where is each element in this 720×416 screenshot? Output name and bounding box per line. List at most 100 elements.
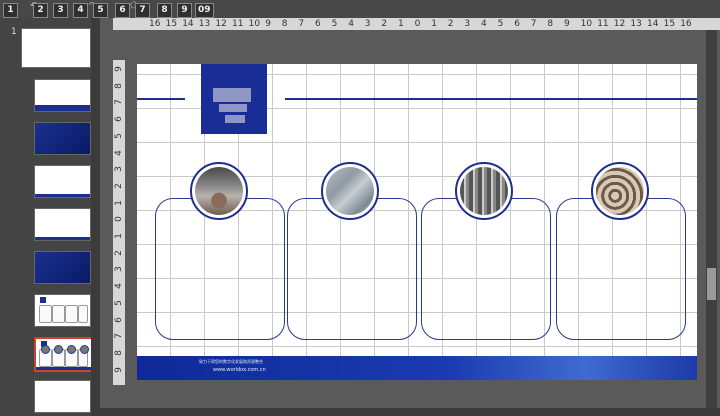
- ruler-tick-label: 6: [514, 19, 520, 29]
- slide-thumbnail-4[interactable]: [34, 165, 91, 198]
- keytip-4[interactable]: 4: [73, 3, 88, 18]
- ruler-tick-label: 5: [114, 132, 124, 139]
- ruler-tick-label: 7: [298, 19, 305, 29]
- ruler-tick-label: 4: [348, 19, 354, 29]
- ruler-tick-label: 9: [564, 19, 570, 29]
- keytip-8[interactable]: 8: [157, 3, 172, 18]
- ruler-tick-label: 13: [630, 19, 642, 29]
- slide-thumbnail-8-selected[interactable]: [34, 337, 93, 372]
- ruler-tick-label: 2: [114, 183, 124, 189]
- ruler-tick-label: 0: [414, 19, 421, 29]
- ruler-tick-label: 14: [182, 19, 194, 29]
- footer-banner: 致力于帮您的数字化发展和资源整合 www.worldox.com.cn: [137, 356, 697, 380]
- slide-thumbnail-5[interactable]: [34, 208, 91, 241]
- logo-blurred-mark: [225, 115, 245, 123]
- header-rule-right: [285, 98, 697, 100]
- slide-thumbnail-6[interactable]: [34, 251, 91, 284]
- ruler-tick-label: 2: [447, 19, 454, 29]
- keytip-7[interactable]: 7: [135, 3, 150, 18]
- ruler-tick-label: 9: [114, 66, 124, 72]
- thumb-photo: [80, 345, 89, 354]
- thumb-photo: [41, 345, 50, 354]
- thumb-logo: [40, 297, 46, 303]
- slide-thumbnail-7[interactable]: [34, 294, 91, 327]
- keytip-3[interactable]: 3: [53, 3, 68, 18]
- ruler-tick-label: 5: [331, 19, 338, 29]
- keytip-2[interactable]: 2: [33, 3, 48, 18]
- ruler-tick-label: 10: [248, 19, 261, 29]
- boxes-photo: [596, 167, 644, 215]
- slide-thumbnail-9[interactable]: [34, 380, 91, 413]
- ruler-tick-label: 5: [497, 19, 504, 29]
- footer-slogan: 致力于帮您的数字化发展和资源整合: [199, 359, 263, 364]
- thumb-photo: [54, 345, 63, 354]
- ruler-tick-label: 5: [114, 299, 124, 306]
- ruler-tick-label: 4: [481, 19, 487, 29]
- editor-horizontal-scrollbar[interactable]: [100, 408, 720, 416]
- ruler-tick-label: 8: [114, 350, 124, 356]
- company-logo-block[interactable]: [201, 64, 267, 134]
- ruler-tick-label: 1: [114, 199, 124, 206]
- slide-thumbnail-2[interactable]: [34, 79, 91, 112]
- header-rule-left: [137, 98, 185, 100]
- ruler-tick-label: 7: [530, 19, 537, 29]
- horizontal-ruler[interactable]: 16 15 14 13 12 11 10 9 8 7 6 5 4 3 2 1 0 1 2 3 4 5 6 7 8 9 10 11 12 1…: [113, 18, 720, 30]
- office-photo: [195, 167, 243, 215]
- ruler-tick-label: 6: [114, 316, 124, 323]
- slide-thumbnail-3[interactable]: [34, 122, 91, 155]
- thumb-card: [78, 305, 88, 323]
- ruler-tick-label: 2: [381, 19, 388, 29]
- ruler-tick-label: 1: [431, 19, 437, 29]
- ruler-tick-label: 7: [114, 99, 124, 106]
- ruler-tick-label: 16: [680, 19, 692, 29]
- thumb-photo: [67, 345, 76, 354]
- thumb-card: [65, 305, 78, 323]
- ruler-tick-label: 3: [114, 266, 124, 273]
- ruler-tick-label: 3: [464, 19, 471, 29]
- thumb-card: [52, 305, 65, 323]
- ruler-tick-label: 16: [149, 19, 161, 29]
- keytip-9[interactable]: 9: [177, 3, 192, 18]
- ruler-tick-label: 9: [265, 19, 271, 29]
- ruler-tick-label: 4: [114, 149, 124, 156]
- ruler-tick-label: 12: [613, 19, 626, 29]
- thumb-blue-background: [35, 123, 90, 154]
- slide-number: 1: [11, 27, 17, 37]
- thumb-footer-band: [36, 367, 91, 370]
- ruler-tick-label: 4: [114, 283, 124, 289]
- logo-blurred-mark: [219, 104, 247, 112]
- ruler-tick-label: 12: [215, 19, 227, 29]
- thumbnail-scrollbar[interactable]: [91, 18, 100, 416]
- thumb-footer-band: [35, 194, 90, 197]
- ruler-tick-label: 8: [547, 19, 554, 29]
- keytip-1[interactable]: 1: [3, 3, 18, 18]
- slide-thumbnail-1[interactable]: [21, 28, 91, 68]
- scrollbar-thumb[interactable]: [707, 268, 716, 300]
- keytip-5[interactable]: 5: [93, 3, 108, 18]
- ruler-tick-label: 11: [232, 19, 244, 29]
- ruler-tick-label: 15: [165, 19, 178, 29]
- slide-thumbnail-pane: 1: [0, 18, 100, 416]
- ruler-tick-label: 1: [114, 233, 124, 239]
- photo-circle-archive[interactable]: [455, 162, 513, 220]
- photo-circle-office[interactable]: [190, 162, 248, 220]
- photo-circle-map[interactable]: [321, 162, 379, 220]
- slide-canvas[interactable]: 致力于帮您的数字化发展和资源整合 www.worldox.com.cn: [137, 64, 697, 380]
- ruler-tick-label: 8: [114, 82, 124, 89]
- ruler-tick-label: 7: [114, 333, 124, 340]
- map-photo: [326, 167, 374, 215]
- ruler-tick-label: 8: [281, 19, 288, 29]
- ruler-tick-label: 11: [597, 19, 609, 29]
- vertical-ruler[interactable]: 9 8 7 6 5 4 3 2 1 0 1 2 3 4 5 6 7 8 9: [113, 60, 125, 385]
- editor-vertical-scrollbar[interactable]: [706, 30, 717, 410]
- keytip-6[interactable]: 6: [115, 3, 130, 18]
- photo-circle-boxes[interactable]: [591, 162, 649, 220]
- archive-photo: [460, 167, 508, 215]
- ruler-tick-label: 13: [198, 19, 211, 29]
- ruler-tick-label: 3: [114, 166, 124, 173]
- logo-blurred-mark: [213, 88, 251, 102]
- ruler-tick-label: 6: [315, 19, 321, 29]
- ruler-tick-label: 6: [114, 116, 124, 122]
- keytip-09[interactable]: 09: [195, 3, 214, 18]
- footer-website: www.worldox.com.cn: [213, 367, 266, 373]
